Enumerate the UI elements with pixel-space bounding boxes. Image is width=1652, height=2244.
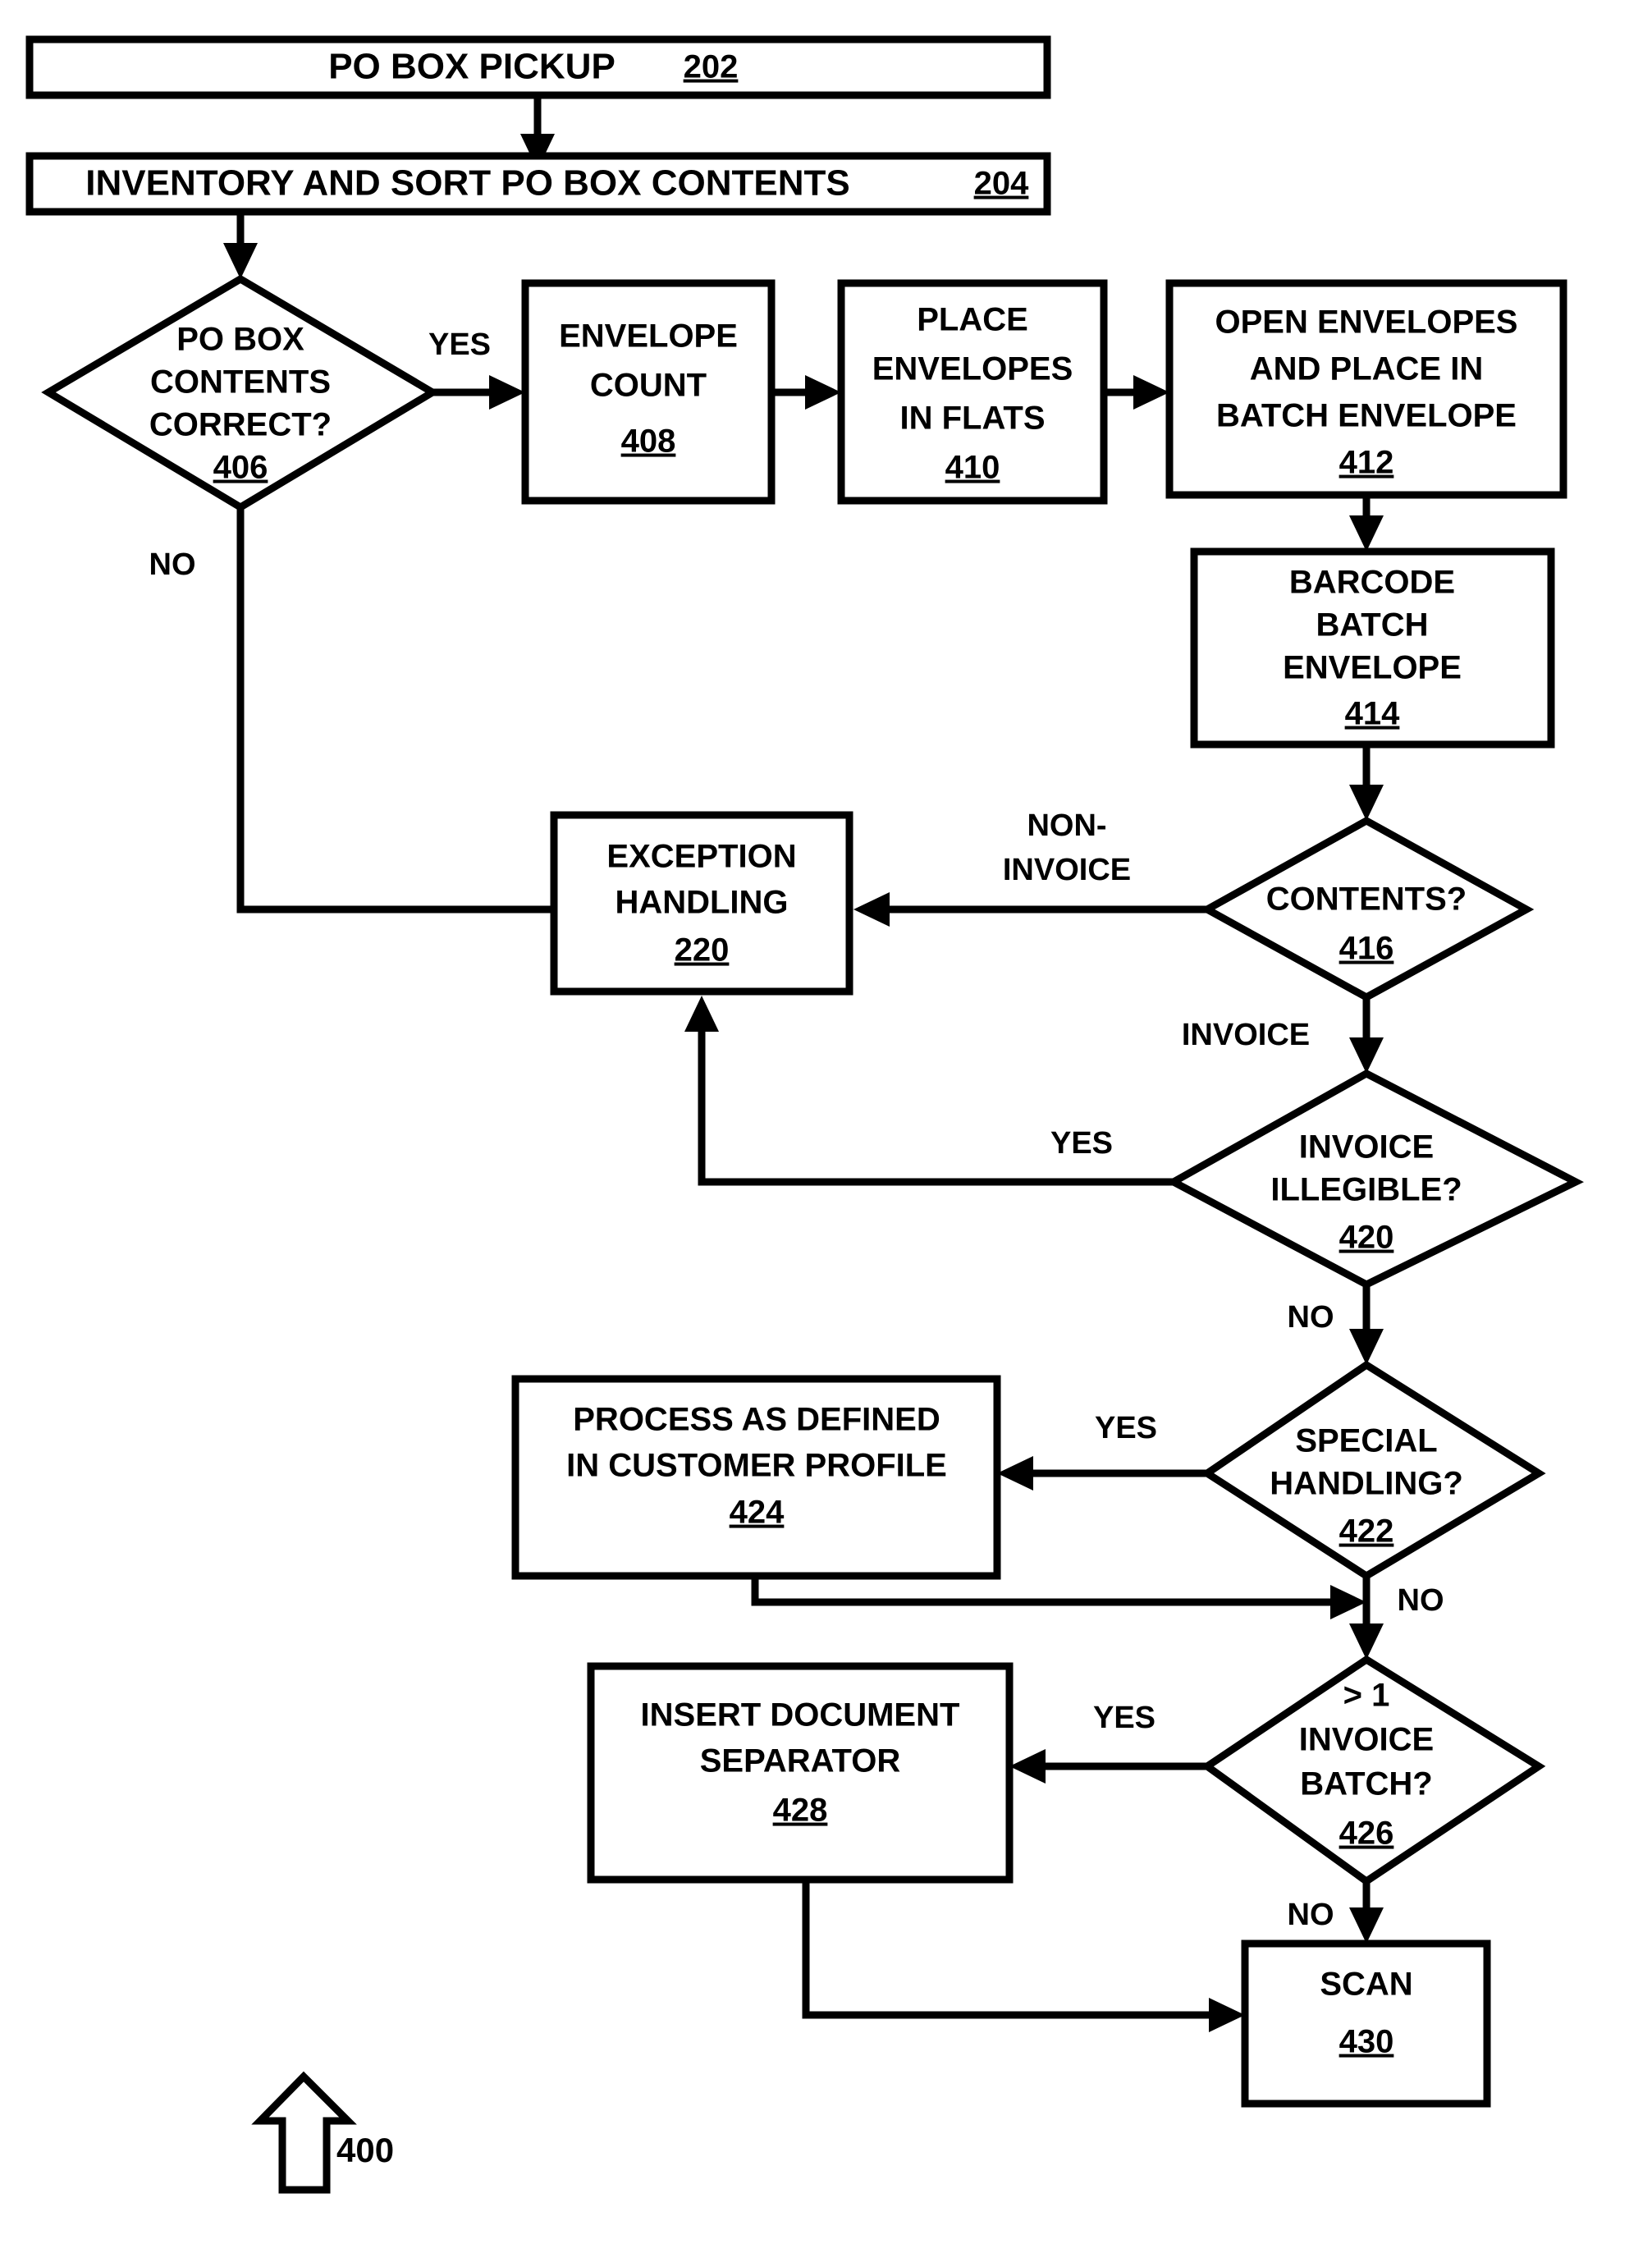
node-426-line-1: > 1 <box>1343 1678 1390 1714</box>
node-204-label: INVENTORY AND SORT PO BOX CONTENTS <box>85 163 849 204</box>
edge-label-422-no: NO <box>1398 1583 1444 1618</box>
connector-422-yes-to-424 <box>997 1456 1207 1491</box>
edge-label-406-no: NO <box>149 547 196 582</box>
node-410-line-3: IN FLATS <box>899 401 1045 437</box>
node-220-line-2: HANDLING <box>615 885 788 921</box>
node-426-ref: 426 <box>1339 1816 1394 1852</box>
node-416-ref: 416 <box>1339 931 1394 967</box>
node-open-envelopes-batch[interactable]: OPEN ENVELOPES AND PLACE IN BATCH ENVELO… <box>1165 279 1567 499</box>
flowchart-svg: PO BOX PICKUP 202 INVENTORY AND SORT PO … <box>25 35 1585 2194</box>
node-process-as-defined[interactable]: PROCESS AS DEFINED IN CUSTOMER PROFILE 4… <box>511 1375 1001 1580</box>
node-430-line-1: SCAN <box>1320 1967 1412 2003</box>
node-428-line-1: INSERT DOCUMENT <box>641 1697 960 1733</box>
figure-reference: 400 <box>251 2071 394 2194</box>
flowchart-canvas: PO BOX PICKUP 202 INVENTORY AND SORT PO … <box>0 0 1652 2244</box>
edge-label-416-noninvoice-line2: INVOICE <box>1003 853 1131 887</box>
connector-428-to-430 <box>802 1880 1245 2032</box>
connector-412-to-414 <box>1349 495 1384 552</box>
edge-label-416-noninvoice-line1: NON- <box>1027 808 1106 843</box>
node-428-ref: 428 <box>773 1793 828 1829</box>
up-arrow-icon <box>251 2071 357 2194</box>
node-408-line-2: COUNT <box>590 368 707 404</box>
node-414-line-2: BATCH <box>1316 607 1428 643</box>
node-exception-handling[interactable]: EXCEPTION HANDLING 220 <box>550 811 853 996</box>
node-420-ref: 420 <box>1339 1220 1394 1256</box>
connector-426-no-to-430 <box>1349 1881 1384 1944</box>
node-place-envelopes-in-flats[interactable]: PLACE ENVELOPES IN FLATS 410 <box>837 279 1108 505</box>
node-scan[interactable]: SCAN 430 <box>1241 1939 1491 2108</box>
node-406-ref: 406 <box>213 450 268 486</box>
node-invoice-illegible-decision[interactable]: INVOICE ILLEGIBLE? 420 <box>1165 1069 1585 1289</box>
figure-number-label: 400 <box>336 2131 394 2169</box>
node-424-line-2: IN CUSTOMER PROFILE <box>566 1448 947 1484</box>
node-412-line-3: BATCH ENVELOPE <box>1216 398 1517 434</box>
connector-416-noninvoice-to-220 <box>853 892 1207 927</box>
node-412-line-1: OPEN ENVELOPES <box>1215 305 1518 341</box>
connector-420-no-to-422 <box>1349 1285 1384 1365</box>
edge-label-420-yes: YES <box>1050 1126 1113 1161</box>
node-406-line-3: CORRECT? <box>149 407 332 443</box>
node-408-line-1: ENVELOPE <box>559 318 738 355</box>
connector-408-to-410 <box>771 375 841 410</box>
edge-label-420-no: NO <box>1288 1300 1334 1335</box>
node-414-line-1: BARCODE <box>1289 565 1455 601</box>
connector-204-to-406 <box>223 212 258 279</box>
node-202-label: PO BOX PICKUP <box>328 47 615 87</box>
node-220-ref: 220 <box>675 932 730 969</box>
node-special-handling-decision[interactable]: SPECIAL HANDLING? 422 <box>1200 1360 1546 1581</box>
node-422-line-2: HANDLING? <box>1270 1466 1463 1502</box>
edge-label-426-no: NO <box>1288 1898 1334 1932</box>
node-envelope-count[interactable]: ENVELOPE COUNT 408 <box>521 279 776 505</box>
node-428-line-2: SEPARATOR <box>700 1743 901 1779</box>
node-414-line-3: ENVELOPE <box>1283 650 1462 686</box>
node-430-ref: 430 <box>1339 2024 1394 2060</box>
node-412-line-2: AND PLACE IN <box>1250 351 1483 387</box>
node-406-line-2: CONTENTS <box>150 364 331 401</box>
node-426-line-3: BATCH? <box>1300 1766 1432 1802</box>
connector-410-to-412 <box>1104 375 1169 410</box>
connector-406-yes-to-408 <box>432 375 525 410</box>
connector-426-yes-to-428 <box>1009 1749 1207 1784</box>
node-424-line-1: PROCESS AS DEFINED <box>573 1402 940 1438</box>
node-410-line-2: ENVELOPES <box>872 351 1073 387</box>
node-414-ref: 414 <box>1345 696 1400 732</box>
node-420-line-1: INVOICE <box>1299 1129 1434 1166</box>
edge-label-426-yes: YES <box>1093 1701 1155 1735</box>
node-contents-decision[interactable]: CONTENTS? 416 <box>1199 816 1535 1002</box>
node-420-line-2: ILLEGIBLE? <box>1270 1172 1462 1208</box>
node-barcode-batch-envelope[interactable]: BARCODE BATCH ENVELOPE 414 <box>1190 547 1555 749</box>
node-406-line-1: PO BOX <box>176 322 304 358</box>
node-po-box-pickup[interactable]: PO BOX PICKUP 202 <box>25 35 1051 99</box>
edge-label-422-yes: YES <box>1095 1411 1157 1445</box>
node-422-ref: 422 <box>1339 1514 1394 1550</box>
node-422-line-1: SPECIAL <box>1295 1423 1437 1459</box>
node-424-ref: 424 <box>730 1495 785 1531</box>
node-204-ref: 204 <box>974 166 1029 202</box>
node-202-ref: 202 <box>684 49 739 85</box>
node-inventory-and-sort[interactable]: INVENTORY AND SORT PO BOX CONTENTS 204 <box>25 152 1051 216</box>
node-insert-document-separator[interactable]: INSERT DOCUMENT SEPARATOR 428 <box>587 1662 1014 1884</box>
node-410-line-1: PLACE <box>917 302 1028 338</box>
node-410-ref: 410 <box>945 450 1000 486</box>
node-426-line-2: INVOICE <box>1299 1722 1434 1758</box>
node-invoice-batch-decision[interactable]: > 1 INVOICE BATCH? 426 <box>1201 1655 1546 1886</box>
edge-label-406-yes: YES <box>428 327 491 362</box>
node-408-ref: 408 <box>621 424 676 460</box>
connector-424-to-426-merge <box>751 1576 1366 1619</box>
connector-416-invoice-to-420 <box>1349 997 1384 1074</box>
edge-label-416-invoice: INVOICE <box>1182 1018 1310 1052</box>
node-po-box-contents-correct-decision[interactable]: PO BOX CONTENTS CORRECT? 406 <box>41 274 440 512</box>
node-416-line-1: CONTENTS? <box>1266 882 1467 918</box>
node-220-line-1: EXCEPTION <box>606 839 796 875</box>
connector-414-to-416 <box>1349 744 1384 821</box>
node-412-ref: 412 <box>1339 445 1394 481</box>
